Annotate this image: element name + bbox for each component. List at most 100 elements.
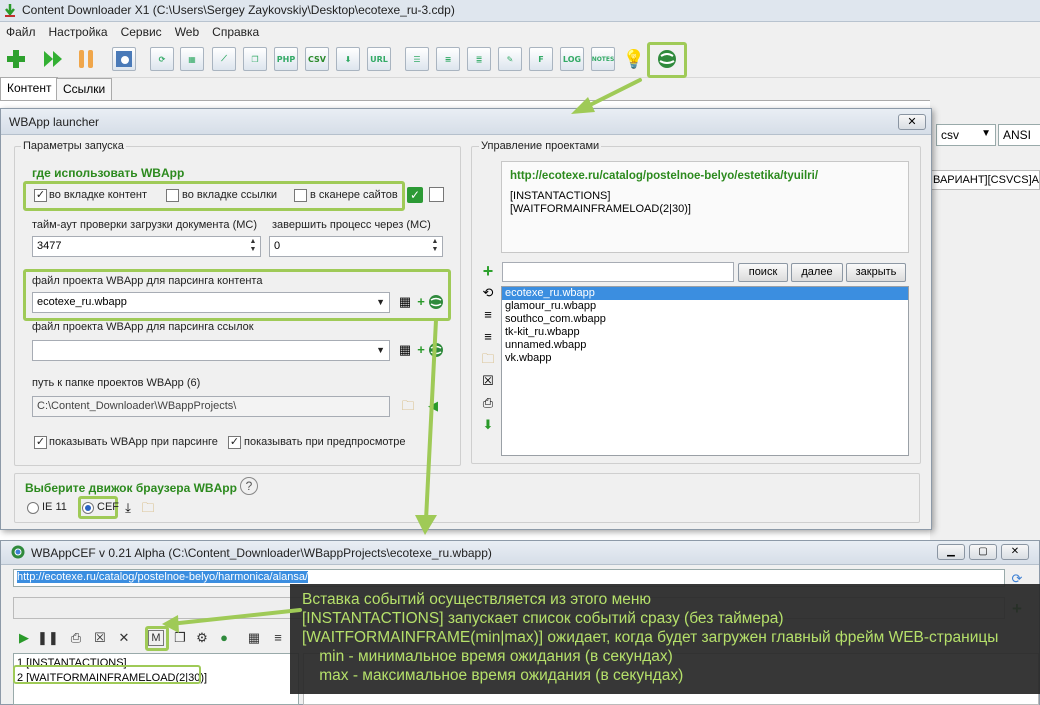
event-highlight — [13, 665, 201, 684]
tab-content[interactable]: Контент — [0, 77, 59, 100]
where-scanner-checkbox[interactable] — [294, 189, 307, 202]
csv-icon[interactable]: CSV — [305, 47, 329, 71]
gear-icon[interactable]: ⚙ — [193, 629, 211, 647]
refresh-icon[interactable]: ⟲ — [480, 285, 496, 301]
pages-icon[interactable]: ❐ — [243, 47, 267, 71]
show-preview-label: показывать при предпросмотре — [244, 436, 406, 448]
delete-icon[interactable]: ☒ — [480, 373, 496, 389]
preview-icon[interactable] — [112, 47, 136, 71]
spinner-arrows-icon[interactable]: ▲ ▼ — [429, 238, 441, 255]
engine-cef-radio[interactable] — [82, 502, 94, 514]
export-icon[interactable]: ⎙ — [67, 629, 85, 647]
maximize-button[interactable]: ▢ — [969, 544, 997, 560]
project-list-item[interactable]: tk-kit_ru.wbapp — [502, 326, 908, 339]
globe-icon[interactable]: ● — [215, 629, 233, 647]
url-robot-icon[interactable]: URL — [367, 47, 391, 71]
variant-field[interactable]: ВАРИАНТ][CSVCS]АЙД — [930, 170, 1040, 190]
play-icon[interactable]: ▶ — [15, 629, 33, 647]
next-button[interactable]: далее — [791, 263, 843, 282]
list-add-icon[interactable]: ≣ — [467, 47, 491, 71]
log-icon[interactable]: LOG — [560, 47, 584, 71]
chevron-down-icon: ▼ — [376, 297, 385, 307]
close-button[interactable]: ✕ — [1001, 544, 1029, 560]
finish-input[interactable]: 0 ▲ ▼ — [269, 236, 443, 257]
grid-icon[interactable]: ▦ — [180, 47, 204, 71]
edit-list-icon[interactable]: ☰ — [405, 47, 429, 71]
f-icon[interactable]: F — [529, 47, 553, 71]
import-icon[interactable]: ⬇ — [480, 417, 496, 433]
format-select[interactable]: csv ▼ — [936, 124, 996, 146]
annotation-line: min - минимальное время ожидания (в секу… — [302, 648, 673, 665]
folder-icon[interactable]: 🗀 — [140, 500, 156, 516]
links-project-select[interactable]: ▼ — [32, 340, 390, 361]
project-list-item[interactable]: southco_com.wbapp — [502, 313, 908, 326]
help-icon[interactable]: ? — [240, 477, 258, 495]
app-logo-icon — [3, 3, 18, 18]
lightbulb-icon[interactable]: 💡 — [622, 47, 646, 71]
clear-icon[interactable]: ✕ — [115, 629, 133, 647]
menu-service[interactable]: Сервис — [115, 22, 169, 39]
download-icon[interactable]: ⬇ — [336, 47, 360, 71]
close-search-button[interactable]: закрыть — [846, 263, 906, 282]
project-list-item[interactable]: ecotexe_ru.wbapp — [502, 287, 908, 300]
tools-icon[interactable]: ✎ — [498, 47, 522, 71]
chart-icon[interactable]: ⟋ — [212, 47, 236, 71]
where-links-checkbox[interactable] — [166, 189, 179, 202]
project-search-input[interactable] — [502, 262, 734, 282]
folder-icon[interactable]: 🗀 — [400, 398, 416, 414]
open-folder-arrow-icon[interactable]: ◀ — [425, 398, 441, 414]
calculator-icon[interactable]: ▦ — [245, 629, 263, 647]
delete-icon[interactable]: ☒ — [91, 629, 109, 647]
calculator-icon[interactable]: ▦ — [397, 294, 413, 310]
add-project-icon[interactable]: + — [480, 262, 496, 280]
encoding-select[interactable]: ANSI — [998, 124, 1040, 146]
timeout-label: тайм-аут проверки загрузки документа (МС… — [32, 219, 258, 231]
add-icon[interactable]: + — [413, 294, 429, 310]
wbapp-globe-icon[interactable] — [428, 342, 444, 358]
pause-icon[interactable] — [74, 47, 98, 71]
engine-ie-radio[interactable] — [27, 502, 39, 514]
launcher-close-button[interactable]: ✕ — [898, 114, 926, 130]
minimize-button[interactable]: ▁ — [937, 544, 965, 560]
list-add-icon[interactable]: ≡ — [480, 307, 496, 323]
download-icon[interactable]: ⤓ — [120, 500, 136, 516]
spinner-arrows-icon[interactable]: ▲ ▼ — [247, 238, 259, 255]
wbapp-globe-icon[interactable] — [428, 294, 444, 310]
list-move-icon[interactable]: ≡ — [480, 329, 496, 345]
list-icon[interactable]: ≡ — [269, 629, 287, 647]
cef-title: WBAppCEF v 0.21 Alpha (C:\Content_Downlo… — [31, 546, 492, 560]
menu-file[interactable]: Файл — [0, 22, 43, 39]
folder-icon[interactable]: 🗀 — [480, 351, 496, 367]
list-icon[interactable]: ≡ — [436, 47, 460, 71]
show-preview-checkbox[interactable]: ✓ — [228, 436, 241, 449]
show-parse-checkbox[interactable]: ✓ — [34, 436, 47, 449]
tab-links[interactable]: Ссылки — [56, 78, 113, 100]
where-content-checkbox[interactable]: ✓ — [34, 189, 47, 202]
export-icon[interactable]: ⎙ — [480, 395, 496, 411]
content-project-select[interactable]: ecotexe_ru.wbapp ▼ — [32, 292, 390, 313]
folder-input[interactable]: C:\Content_Downloader\WBappProjects\ — [32, 396, 390, 417]
php-icon[interactable]: PHP — [274, 47, 298, 71]
add-icon[interactable] — [4, 47, 28, 71]
add-icon[interactable]: + — [413, 342, 429, 358]
timeout-input[interactable]: 3477 ▲ ▼ — [32, 236, 261, 257]
menu-help[interactable]: Справка — [206, 22, 266, 39]
pause-icon[interactable]: ❚❚ — [37, 629, 59, 647]
project-list-item[interactable]: glamour_ru.wbapp — [502, 300, 908, 313]
project-url: http://ecotexe.ru/catalog/postelnoe-bely… — [510, 170, 819, 182]
events-menu-button[interactable]: M — [148, 630, 164, 646]
refresh-icon[interactable]: ⟳ — [150, 47, 174, 71]
wbapp-launcher-dialog: WBApp launcher ✕ Параметры запуска где и… — [0, 108, 932, 530]
project-list-item[interactable]: vk.wbapp — [502, 352, 908, 365]
project-info-box: http://ecotexe.ru/catalog/postelnoe-bely… — [501, 161, 909, 253]
apply-check-icon[interactable]: ✓ — [407, 187, 423, 203]
run-all-icon[interactable] — [42, 47, 66, 71]
calculator-icon[interactable]: ▦ — [397, 342, 413, 358]
extra-checkbox[interactable] — [429, 187, 444, 202]
search-button[interactable]: поиск — [738, 263, 788, 282]
notes-icon[interactable]: NOTES — [591, 47, 615, 71]
menu-web[interactable]: Web — [169, 22, 206, 39]
script-icon[interactable]: ❐ — [171, 629, 189, 647]
menu-settings[interactable]: Настройка — [43, 22, 115, 39]
project-list-item[interactable]: unnamed.wbapp — [502, 339, 908, 352]
